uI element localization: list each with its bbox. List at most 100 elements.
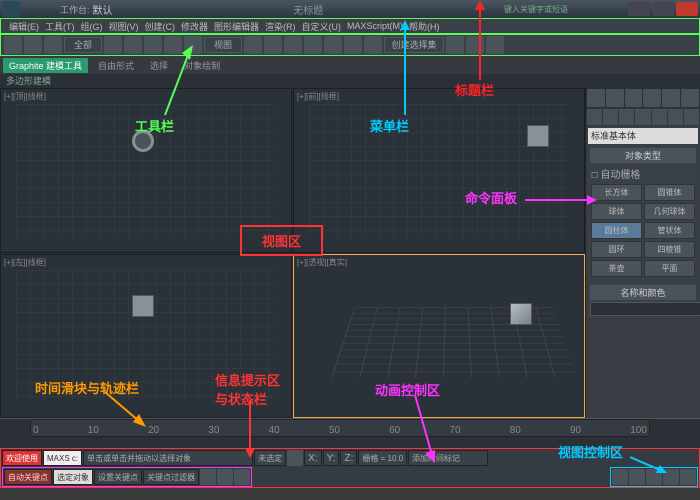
rotate-icon[interactable] [164, 36, 182, 54]
autogrid-checkbox[interactable]: ☐ 自动栅格 [590, 165, 696, 182]
lights-icon[interactable] [619, 109, 634, 125]
create-tab-icon[interactable] [587, 89, 605, 107]
zoom-all-icon[interactable] [629, 469, 645, 485]
track-bar[interactable]: 0102030405060708090100 [30, 419, 650, 437]
object-box[interactable] [510, 303, 532, 325]
play-prev-icon[interactable] [200, 469, 216, 485]
systems-icon[interactable] [684, 109, 699, 125]
maximize-viewport-icon[interactable] [680, 469, 696, 485]
filter-dropdown[interactable]: 全部 [64, 37, 102, 53]
link-icon[interactable] [44, 36, 62, 54]
viewport-label[interactable]: [+][透视][真实] [297, 257, 347, 268]
motion-tab-icon[interactable] [643, 89, 661, 107]
menu-render[interactable]: 渲染(R) [263, 20, 298, 33]
mirror-icon[interactable] [324, 36, 342, 54]
coord-x[interactable]: X: [304, 450, 321, 466]
layer-icon[interactable] [364, 36, 382, 54]
center-icon[interactable] [244, 36, 262, 54]
geometry-icon[interactable] [587, 109, 602, 125]
spacewarps-icon[interactable] [668, 109, 683, 125]
align-icon[interactable] [344, 36, 362, 54]
shapes-icon[interactable] [603, 109, 618, 125]
object-box[interactable] [527, 125, 549, 147]
select-rect-icon[interactable] [124, 36, 142, 54]
tab-freeform[interactable]: 自由形式 [92, 58, 140, 73]
tab-select[interactable]: 选择 [144, 58, 174, 73]
rollout-header[interactable]: 对象类型 [590, 148, 696, 163]
object-gizmo-icon[interactable] [132, 130, 154, 152]
angle-snap-icon[interactable] [284, 36, 302, 54]
undo-icon[interactable] [4, 36, 22, 54]
menu-edit[interactable]: 编辑(E) [7, 20, 41, 33]
autokey-button[interactable]: 自动关键点 [4, 469, 52, 485]
lock-icon[interactable] [287, 450, 303, 466]
move-icon[interactable] [144, 36, 162, 54]
menu-create[interactable]: 创建(C) [143, 20, 178, 33]
hierarchy-tab-icon[interactable] [625, 89, 643, 107]
modify-tab-icon[interactable] [606, 89, 624, 107]
viewport-label[interactable]: [+][前][线框] [297, 91, 339, 102]
ribbon-subbar[interactable]: 多边形建模 [0, 74, 700, 88]
viewport-perspective[interactable]: [+][透视][真实] [293, 254, 585, 419]
viewport-label[interactable]: [+][左][线框] [4, 257, 46, 268]
helpers-icon[interactable] [652, 109, 667, 125]
rollout-header[interactable]: 名称和颜色 [590, 285, 696, 300]
tab-objpaint[interactable]: 对象绘制 [178, 58, 226, 73]
display-tab-icon[interactable] [662, 89, 680, 107]
menu-grapheditors[interactable]: 图形编辑器 [212, 20, 261, 33]
btn-torus[interactable]: 圆环 [591, 241, 642, 258]
object-name-input[interactable] [590, 302, 700, 316]
select-icon[interactable] [104, 36, 122, 54]
cameras-icon[interactable] [635, 109, 650, 125]
orbit-icon[interactable] [663, 469, 679, 485]
keymode-dropdown[interactable]: 选定对象 [53, 469, 93, 485]
menu-view[interactable]: 视图(V) [107, 20, 141, 33]
play-icon[interactable] [217, 469, 233, 485]
menu-customize[interactable]: 自定义(U) [300, 20, 344, 33]
viewport-left[interactable]: [+][左][线框] [0, 254, 292, 419]
coord-z[interactable]: Z: [340, 450, 357, 466]
subtype-dropdown[interactable]: 标准基本体 [588, 128, 698, 144]
close-button[interactable] [676, 2, 698, 16]
maxscript-listener[interactable]: MAXS c: [43, 450, 82, 466]
menu-tools[interactable]: 工具(T) [43, 20, 77, 33]
minimize-button[interactable] [628, 2, 650, 16]
object-box[interactable] [132, 295, 154, 317]
menu-maxscript[interactable]: MAXScript(M) [345, 21, 405, 31]
btn-cylinder[interactable]: 圆柱体 [591, 222, 642, 239]
btn-pyramid[interactable]: 四棱锥 [644, 241, 695, 258]
coord-y[interactable]: Y: [323, 450, 340, 466]
render-icon[interactable] [486, 36, 504, 54]
btn-teapot[interactable]: 茶壶 [591, 260, 642, 277]
menu-group[interactable]: 组(G) [79, 20, 105, 33]
utilities-tab-icon[interactable] [681, 89, 699, 107]
maximize-button[interactable] [652, 2, 674, 16]
render-setup-icon[interactable] [466, 36, 484, 54]
search-hint[interactable]: 键入关键字或短语 [504, 4, 568, 15]
redo-icon[interactable] [24, 36, 42, 54]
viewport-top[interactable]: [+][顶][线框] [0, 88, 292, 253]
play-next-icon[interactable] [234, 469, 250, 485]
btn-sphere[interactable]: 球体 [591, 203, 642, 220]
viewport-front[interactable]: [+][前][线框] [293, 88, 585, 253]
btn-box[interactable]: 长方体 [591, 184, 642, 201]
btn-geosphere[interactable]: 几何球体 [644, 203, 695, 220]
snap-icon[interactable] [264, 36, 282, 54]
percent-snap-icon[interactable] [304, 36, 322, 54]
keyfilter-button[interactable]: 关键点过滤器 [143, 469, 199, 485]
menu-modifiers[interactable]: 修改器 [179, 20, 210, 33]
refcoord-dropdown[interactable]: 视图 [204, 37, 242, 53]
pan-icon[interactable] [646, 469, 662, 485]
workspace-dropdown[interactable]: 默认 [93, 2, 113, 17]
tab-graphite[interactable]: Graphite 建模工具 [3, 58, 88, 73]
named-sel-dropdown[interactable]: 创建选择集 [384, 37, 444, 53]
material-icon[interactable] [446, 36, 464, 54]
btn-tube[interactable]: 管状体 [644, 222, 695, 239]
app-logo-icon[interactable] [2, 1, 20, 17]
btn-plane[interactable]: 平面 [644, 260, 695, 277]
menu-help[interactable]: 帮助(H) [407, 20, 442, 33]
btn-cone[interactable]: 圆锥体 [644, 184, 695, 201]
timetag[interactable]: 添加时间标记 [408, 450, 488, 466]
scale-icon[interactable] [184, 36, 202, 54]
viewport-label[interactable]: [+][顶][线框] [4, 91, 46, 102]
